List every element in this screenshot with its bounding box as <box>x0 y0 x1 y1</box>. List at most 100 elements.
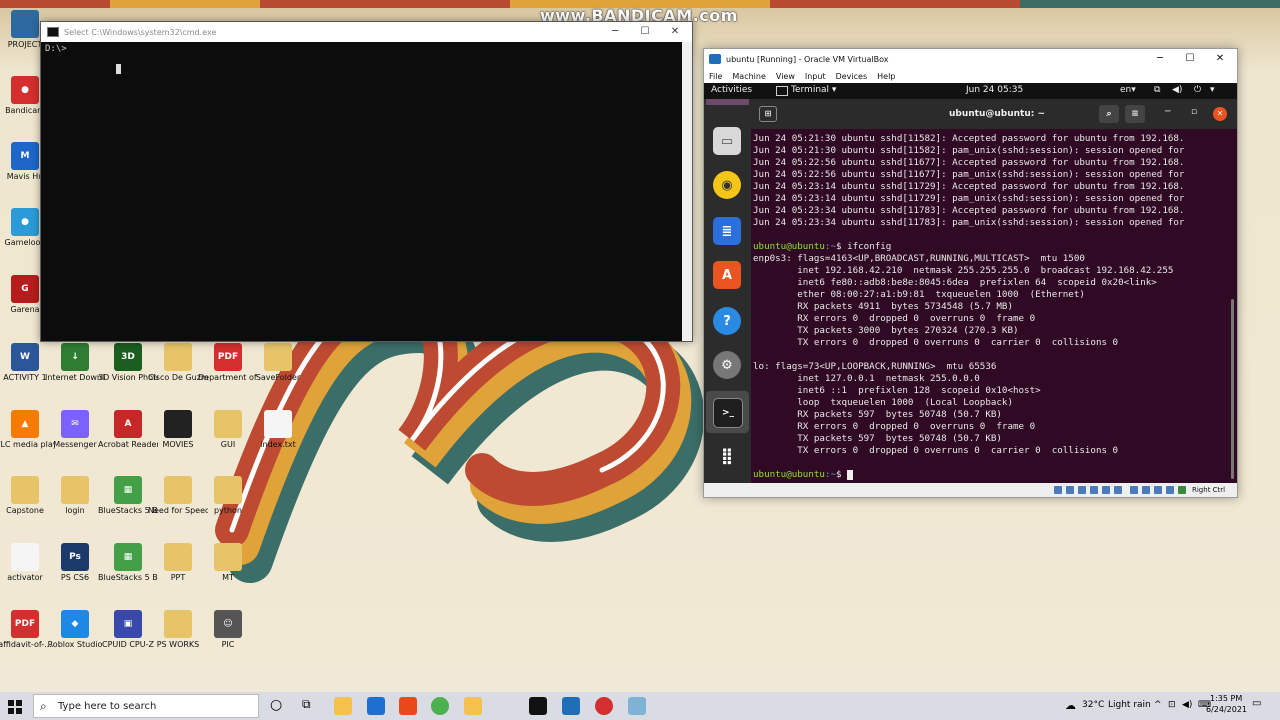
clock-date[interactable]: 6/24/2021 <box>1206 705 1247 714</box>
rhythmbox-icon[interactable]: ◉ <box>713 171 741 199</box>
clock[interactable]: Jun 24 05:35 <box>966 85 1023 95</box>
power-icon[interactable]: ⏻ <box>1194 85 1201 95</box>
terminal-line: Jun 24 05:22:56 ubuntu sshd[11677]: Acce… <box>753 157 1185 168</box>
menu-input[interactable]: Input <box>805 72 826 81</box>
restore-icon[interactable]: ▫ <box>1191 107 1197 117</box>
desktop-icon[interactable]: SaveFolder <box>248 343 308 382</box>
network-adapter-icon[interactable] <box>1090 486 1098 494</box>
activities-button[interactable]: Activities <box>711 85 752 95</box>
desktop-icon-image: ✉ <box>61 410 89 438</box>
usb-icon[interactable] <box>1102 486 1110 494</box>
desktop-icon[interactable]: python <box>198 476 258 515</box>
minimize-icon[interactable]: ─ <box>1165 107 1170 117</box>
virtualbox-window[interactable]: ubuntu [Running] - Oracle VM VirtualBox … <box>703 48 1238 498</box>
cmd-taskbar-icon[interactable] <box>529 697 547 715</box>
chrome-icon[interactable] <box>431 697 449 715</box>
terminal-icon[interactable]: >_ <box>713 398 743 428</box>
terminal-app-icon <box>776 86 788 96</box>
terminal-line: Jun 24 05:22:56 ubuntu sshd[11677]: pam_… <box>753 169 1185 180</box>
task-view-icon[interactable]: ⧉ <box>302 697 311 712</box>
notifications-icon[interactable]: ▭ <box>1252 698 1268 712</box>
minimize-icon[interactable]: ─ <box>600 22 630 42</box>
desktop-icon-image <box>11 543 39 571</box>
files-icon[interactable]: ▭ <box>713 127 741 155</box>
volume-icon[interactable]: ◀) <box>1182 700 1192 710</box>
desktop-icon[interactable]: login <box>45 476 105 515</box>
cmd-window[interactable]: Select C:\Windows\system32\cmd.exe ─ ☐ ✕… <box>40 21 693 342</box>
desktop-icon[interactable]: ↓ Internet Downlo... <box>45 343 105 382</box>
optical-drive-icon[interactable] <box>1066 486 1074 494</box>
hdd-icon[interactable] <box>1054 486 1062 494</box>
clock-time[interactable]: 1:35 PM <box>1210 694 1242 703</box>
desktop-icon-image <box>214 410 242 438</box>
host-key-label: Right Ctrl <box>1192 486 1226 494</box>
mail-icon[interactable] <box>367 697 385 715</box>
libreoffice-writer-icon[interactable]: ≣ <box>713 217 741 245</box>
office-icon[interactable] <box>399 697 417 715</box>
recording-icon[interactable] <box>1142 486 1150 494</box>
desktop-icon[interactable]: Ps PS CS6 <box>45 543 105 582</box>
weather-temp[interactable]: 32°C <box>1082 700 1104 710</box>
settings-gear-icon[interactable]: ⚙ <box>713 351 741 379</box>
hamburger-menu-icon[interactable]: ≡ <box>1125 105 1145 123</box>
menu-file[interactable]: File <box>709 72 722 81</box>
network-icon[interactable]: ⧉ <box>1154 85 1160 95</box>
maximize-icon[interactable]: ☐ <box>630 22 660 42</box>
folder-icon[interactable] <box>464 697 482 715</box>
weather-icon[interactable]: ☁ <box>1065 699 1076 712</box>
menu-machine[interactable]: Machine <box>732 72 766 81</box>
terminal-window[interactable]: ⊞ ubuntu@ubuntu: ~ ⌕ ≡ ─ ▫ ✕ Jun 24 05:2… <box>751 99 1237 483</box>
desktop-icon[interactable]: ✉ Messenger <box>45 410 105 449</box>
terminal-scrollbar[interactable] <box>1231 299 1234 479</box>
bandicam-taskbar-icon[interactable] <box>595 697 613 715</box>
desktop-icon-image <box>164 343 192 371</box>
audio-icon[interactable] <box>1078 486 1086 494</box>
virtualbox-taskbar-icon[interactable] <box>562 697 580 715</box>
menu-view[interactable]: View <box>776 72 795 81</box>
shared-folder-icon[interactable] <box>1114 486 1122 494</box>
terminal-line: ether 08:00:27:a1:b9:81 txqueuelen 1000 … <box>753 289 1085 300</box>
taskbar-search-box[interactable]: ⌕ Type here to search <box>33 694 259 718</box>
menu-devices[interactable]: Devices <box>836 72 868 81</box>
desktop-icon[interactable]: ◆ Roblox Studio <box>45 610 105 649</box>
cortana-icon[interactable]: ○ <box>270 697 282 713</box>
notification-chevron-icon[interactable]: ^ <box>1154 700 1162 710</box>
maximize-icon[interactable]: ☐ <box>1175 49 1205 69</box>
display-icon[interactable] <box>1130 486 1138 494</box>
cmd-scrollbar[interactable] <box>682 42 692 341</box>
volume-icon[interactable]: ◀) <box>1172 85 1182 95</box>
close-icon[interactable]: ✕ <box>1205 49 1235 69</box>
weather-desc[interactable]: Light rain <box>1108 700 1151 710</box>
file-explorer-icon[interactable] <box>334 697 352 715</box>
network-icon[interactable]: ⊡ <box>1168 700 1176 710</box>
menu-help[interactable]: Help <box>877 72 895 81</box>
language-indicator[interactable]: en▾ <box>1120 85 1136 95</box>
cmd-titlebar[interactable]: Select C:\Windows\system32\cmd.exe ─ ☐ ✕ <box>41 22 692 42</box>
desktop-icon-image: ↓ <box>61 343 89 371</box>
keyboard-capture-icon[interactable] <box>1178 486 1186 494</box>
chevron-down-icon[interactable]: ▾ <box>1210 85 1215 95</box>
app-taskbar-icon[interactable] <box>628 697 646 715</box>
prompt-path: :~ <box>824 469 836 480</box>
desktop-icon-image <box>164 610 192 638</box>
new-tab-icon[interactable]: ⊞ <box>759 106 777 122</box>
terminal-output[interactable]: Jun 24 05:21:30 ubuntu sshd[11582]: Acce… <box>753 133 1223 481</box>
cmd-console[interactable]: D:\> <box>41 42 692 341</box>
close-icon[interactable]: ✕ <box>1213 107 1227 121</box>
desktop-icon[interactable]: ☺ PIC <box>198 610 258 649</box>
desktop-icon[interactable]: MT <box>198 543 258 582</box>
cpu-icon[interactable] <box>1154 486 1162 494</box>
app-menu[interactable]: Terminal ▾ <box>791 85 836 95</box>
help-icon[interactable]: ? <box>713 307 741 335</box>
search-icon[interactable]: ⌕ <box>1099 105 1119 123</box>
vbox-titlebar[interactable]: ubuntu [Running] - Oracle VM VirtualBox … <box>704 49 1237 69</box>
software-center-icon[interactable]: A <box>713 261 741 289</box>
minimize-icon[interactable]: ─ <box>1145 49 1175 69</box>
mouse-integration-icon[interactable] <box>1166 486 1174 494</box>
desktop-icon[interactable]: index.txt <box>248 410 308 449</box>
close-icon[interactable]: ✕ <box>660 22 690 42</box>
show-apps-grid-icon[interactable]: ⣿ <box>713 441 741 469</box>
windows-start-icon[interactable] <box>8 699 22 714</box>
